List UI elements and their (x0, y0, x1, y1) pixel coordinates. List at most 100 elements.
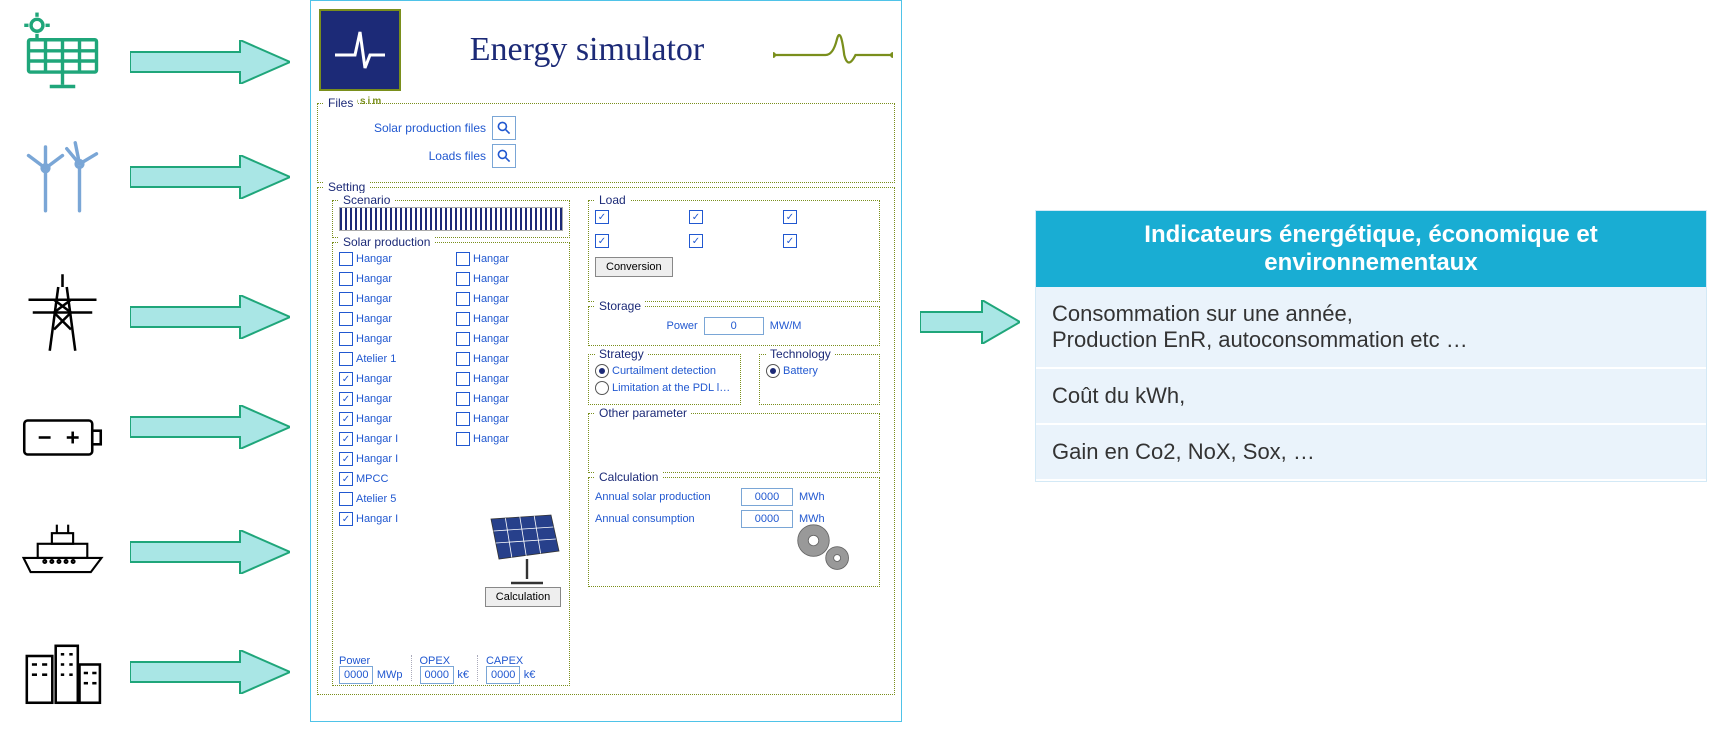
solar-checkbox[interactable]: Hangar (456, 392, 563, 406)
storage-power-input[interactable]: 0 (704, 317, 764, 335)
ship-icon (20, 505, 105, 590)
solar-panel-illustration-icon (483, 507, 563, 587)
technology-legend: Technology (766, 347, 835, 361)
solar-checkbox[interactable]: Atelier 1 (339, 352, 446, 366)
load-fieldset: Load ✓✓✓✓✓✓ Conversion (588, 200, 880, 302)
scenario-legend: Scenario (339, 193, 394, 207)
outputs-header: Indicateurs énergétique, économique et e… (1036, 211, 1706, 287)
annual-prod-unit: MWh (799, 491, 825, 503)
battery-icon (20, 395, 105, 480)
solar-checkbox[interactable]: Hangar (456, 412, 563, 426)
power-input[interactable]: 0000 (339, 666, 373, 684)
gears-icon (789, 516, 859, 576)
input-arrow (130, 295, 290, 339)
files-fieldset: Files Solar production files Loads files (317, 103, 895, 183)
calculation-button[interactable]: Calculation (485, 587, 561, 607)
scenario-fieldset: Scenario (332, 200, 570, 238)
solar-checkbox[interactable]: ✓Hangar I (339, 512, 446, 526)
opex-input[interactable]: 0000 (420, 666, 454, 684)
waveform-icon (773, 25, 893, 75)
solar-checkbox-grid: Hangar Hangar Hangar Hangar Hangar Hangar Hang… (339, 249, 563, 529)
storage-power-label: Power (667, 320, 698, 332)
other-parameter-fieldset: Other parameter (588, 413, 880, 473)
annual-cons-input[interactable]: 0000 (741, 510, 793, 528)
solar-panel-icon (20, 10, 105, 95)
output-row: Coût du kWh, (1036, 369, 1706, 425)
output-row: Consommation sur une année, Production E… (1036, 287, 1706, 369)
solar-checkbox[interactable]: Hangar (339, 272, 446, 286)
solar-checkbox[interactable]: ✓Hangar (339, 372, 446, 386)
input-arrow (130, 40, 290, 84)
storage-power-unit: MW/M (770, 320, 802, 332)
search-icon[interactable] (492, 116, 516, 140)
capex-input[interactable]: 0000 (486, 666, 520, 684)
solar-checkbox[interactable]: Hangar (339, 252, 446, 266)
capex-unit: k€ (524, 669, 536, 681)
energy-simulator-window: capsim Energy simulator Files Solar prod… (310, 0, 902, 722)
strategy-option-2-label: Limitation at the PDL l… (612, 382, 730, 394)
load-checkbox[interactable]: ✓ (689, 234, 779, 248)
strategy-legend: Strategy (595, 347, 648, 361)
solar-checkbox[interactable]: Atelier 5 (339, 492, 446, 506)
storage-fieldset: Storage Power 0 MW/M (588, 306, 880, 346)
solar-production-fieldset: Solar production HangarHangarHangarHanga… (332, 242, 570, 686)
solar-files-label: Solar production files (326, 121, 486, 135)
solar-checkbox[interactable]: Hangar (456, 352, 563, 366)
load-checkbox[interactable]: ✓ (595, 210, 685, 224)
load-checkbox[interactable]: ✓ (689, 210, 779, 224)
solar-checkbox[interactable]: Hangar (456, 312, 563, 326)
files-legend: Files (324, 96, 357, 110)
strategy-option-1[interactable]: Curtailment detection (595, 364, 734, 378)
input-arrow (130, 650, 290, 694)
storage-legend: Storage (595, 299, 645, 313)
power-unit: MWp (377, 669, 403, 681)
load-checkbox[interactable]: ✓ (783, 210, 873, 224)
scenario-barcode (339, 207, 563, 231)
setting-legend: Setting (324, 180, 369, 194)
solar-checkbox[interactable]: ✓Hangar I (339, 432, 446, 446)
solar-checkbox[interactable]: Hangar (456, 292, 563, 306)
annual-prod-label: Annual solar production (595, 491, 735, 503)
technology-option-label: Battery (783, 365, 818, 377)
annual-prod-input[interactable]: 0000 (741, 488, 793, 506)
output-arrow (920, 300, 1020, 344)
solar-checkbox[interactable]: ✓Hangar I (339, 452, 446, 466)
input-arrow (130, 155, 290, 199)
strategy-fieldset: Strategy Curtailment detection Limitatio… (588, 354, 741, 405)
solar-checkbox[interactable]: Hangar (456, 332, 563, 346)
calculation-fieldset: Calculation Annual solar production 0000… (588, 477, 880, 587)
solar-checkbox[interactable]: ✓MPCC (339, 472, 446, 486)
loads-files-label: Loads files (326, 149, 486, 163)
other-parameter-legend: Other parameter (595, 406, 691, 420)
setting-fieldset: Setting Scenario Solar production Hangar… (317, 187, 895, 695)
technology-fieldset: Technology Battery (759, 354, 880, 405)
solar-checkbox[interactable]: Hangar (456, 252, 563, 266)
outputs-table: Indicateurs énergétique, économique et e… (1035, 210, 1707, 482)
solar-production-legend: Solar production (339, 235, 434, 249)
wind-turbine-icon (20, 130, 105, 215)
conversion-button[interactable]: Conversion (595, 257, 673, 277)
solar-checkbox[interactable]: Hangar (339, 312, 446, 326)
search-icon[interactable] (492, 144, 516, 168)
buildings-icon (20, 630, 105, 715)
solar-checkbox[interactable]: Hangar (456, 272, 563, 286)
solar-checkbox[interactable]: Hangar (456, 372, 563, 386)
output-row: Gain en Co2, NoX, Sox, … (1036, 425, 1706, 481)
solar-checkbox[interactable]: Hangar (339, 332, 446, 346)
app-header: capsim Energy simulator (311, 1, 901, 99)
app-title: Energy simulator (401, 31, 773, 69)
input-arrow (130, 530, 290, 574)
solar-checkbox[interactable]: ✓Hangar (339, 392, 446, 406)
strategy-option-1-label: Curtailment detection (612, 365, 716, 377)
logo-icon (319, 9, 401, 91)
load-checkbox[interactable]: ✓ (783, 234, 873, 248)
strategy-option-2[interactable]: Limitation at the PDL l… (595, 381, 734, 395)
solar-checkbox[interactable]: ✓Hangar (339, 412, 446, 426)
load-checkbox[interactable]: ✓ (595, 234, 685, 248)
solar-checkbox[interactable]: Hangar (339, 292, 446, 306)
annual-cons-label: Annual consumption (595, 513, 735, 525)
technology-option[interactable]: Battery (766, 364, 873, 378)
load-legend: Load (595, 193, 630, 207)
opex-unit: k€ (457, 669, 469, 681)
solar-checkbox[interactable]: Hangar (456, 432, 563, 446)
